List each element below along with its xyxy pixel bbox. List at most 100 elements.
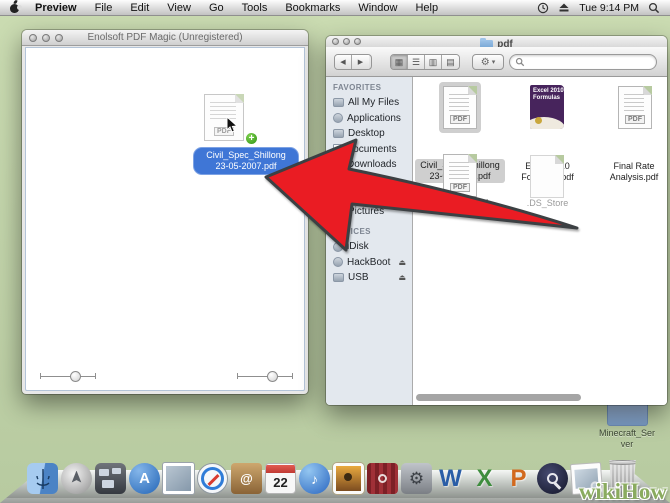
pdf-badge: PDF: [450, 183, 470, 192]
file-excel-formulas-pdf[interactable]: Excel 2010 Formulas: [530, 85, 564, 128]
finder-sidebar: FAVORITES All My Files Applications Desk…: [326, 77, 413, 405]
eject-icon[interactable]: ⏏: [398, 258, 406, 267]
usb-icon: [333, 273, 344, 282]
left-zoom-slider[interactable]: [40, 370, 96, 382]
dock-calendar-icon[interactable]: 22: [265, 463, 296, 494]
file-label[interactable]: Final RateAnalysis.pdf: [600, 161, 667, 183]
sidebar-item-hackboot[interactable]: HackBoot⏏: [333, 255, 412, 271]
search-icon: [515, 57, 525, 67]
pdf-app-drop-area[interactable]: PDF + Civil_Spec_Shillong 23-05-2007.pdf: [25, 47, 305, 391]
chevron-down-icon: ▾: [492, 58, 496, 66]
file-ds-store[interactable]: [530, 155, 564, 198]
right-slider-knob[interactable]: [267, 371, 278, 382]
sidebar-item-all-my-files[interactable]: All My Files: [333, 95, 412, 111]
dragged-file-label: Civil_Spec_Shillong 23-05-2007.pdf: [193, 147, 299, 175]
pdf-app-titlebar[interactable]: Enolsoft PDF Magic (Unregistered): [22, 30, 308, 46]
back-button[interactable]: ◀: [335, 55, 352, 69]
sidebar-item-applications[interactable]: Applications: [333, 111, 412, 127]
favorites-header: FAVORITES: [333, 83, 412, 92]
dock-iphoto-icon[interactable]: [333, 463, 364, 494]
dock-system-preferences-icon[interactable]: ⚙: [401, 463, 432, 494]
menu-tools[interactable]: Tools: [233, 0, 277, 16]
pdf-app-window: Enolsoft PDF Magic (Unregistered) PDF + …: [22, 30, 308, 394]
sidebar-item-usb[interactable]: USB⏏: [333, 270, 412, 286]
file-label[interactable]: Volume-III.pdf: [420, 198, 500, 209]
sidebar-item-movies[interactable]: Movies: [333, 173, 412, 189]
devices-header: DEVICES: [333, 227, 412, 236]
view-switcher: ▦ ☰ ▥ ▤: [390, 54, 460, 70]
sidebar-item-music[interactable]: ♪Music: [333, 188, 412, 204]
dock-app-store-icon[interactable]: A: [129, 463, 160, 494]
spotlight-icon[interactable]: [648, 2, 660, 14]
icon-view-button[interactable]: ▦: [391, 55, 408, 69]
documents-icon: [333, 144, 342, 155]
apple-menu-icon[interactable]: [10, 2, 21, 13]
downloads-icon: [333, 160, 343, 170]
dock-finder-icon[interactable]: [27, 463, 58, 494]
column-view-button[interactable]: ▥: [425, 55, 442, 69]
finder-toolbar: ◀ ▶ ▦ ☰ ▥ ▤ ⚙ ▾ ▦ ▾: [326, 47, 667, 77]
desktop-icon: [333, 129, 344, 138]
book-cover-title: Excel 2010 Formulas: [530, 85, 564, 102]
dock: A @ 22 ♪ ⚙ W X P: [0, 451, 670, 503]
gear-icon: ⚙: [481, 57, 490, 68]
right-zoom-slider[interactable]: [237, 370, 293, 382]
finder-titlebar[interactable]: pdf: [326, 36, 667, 47]
all-my-files-icon: [333, 98, 344, 107]
applications-icon: [333, 113, 343, 123]
action-gear-button[interactable]: ⚙ ▾: [472, 54, 504, 70]
menu-edit[interactable]: Edit: [121, 0, 158, 16]
dock-mail-icon[interactable]: [163, 463, 194, 494]
menu-bookmarks[interactable]: Bookmarks: [276, 0, 349, 16]
dock-powerpoint-icon[interactable]: P: [503, 463, 534, 494]
file-civil-spec-pdf[interactable]: PDF: [443, 86, 477, 129]
music-icon: ♪: [333, 191, 344, 200]
eject-menu-icon[interactable]: [558, 2, 570, 13]
dock-photo-booth-icon[interactable]: [367, 463, 398, 494]
wikihow-watermark: wikiHow: [579, 479, 667, 503]
idisk-icon: [333, 242, 343, 252]
dock-launchpad-icon[interactable]: [61, 463, 92, 494]
navigation-buttons: ◀ ▶: [334, 54, 372, 70]
dock-safari-icon[interactable]: [197, 463, 228, 494]
menu-preview[interactable]: Preview: [33, 0, 86, 16]
dock-excel-icon[interactable]: X: [469, 463, 500, 494]
finder-file-area[interactable]: PDF Civil_Spec_Shillong23-05-2007.pdf Ex…: [414, 77, 667, 405]
desktop: Preview File Edit View Go Tools Bookmark…: [0, 0, 670, 503]
dock-itunes-icon[interactable]: ♪: [299, 463, 330, 494]
sidebar-item-documents[interactable]: Documents: [333, 142, 412, 158]
eject-icon[interactable]: ⏏: [398, 273, 406, 282]
dock-screenshot-icon[interactable]: [537, 463, 568, 494]
menu-view[interactable]: View: [158, 0, 200, 16]
dock-mission-control-icon[interactable]: [95, 463, 126, 494]
time-machine-icon[interactable]: [537, 2, 549, 14]
sidebar-item-downloads[interactable]: Downloads: [333, 157, 412, 173]
sidebar-item-idisk[interactable]: iDisk: [333, 239, 412, 255]
menubar-clock[interactable]: Tue 9:14 PM: [579, 2, 639, 14]
search-field[interactable]: [509, 54, 657, 70]
search-input[interactable]: [525, 57, 640, 67]
pdf-app-title: Enolsoft PDF Magic (Unregistered): [22, 32, 308, 43]
list-view-button[interactable]: ☰: [408, 55, 425, 69]
dock-word-icon[interactable]: W: [435, 463, 466, 494]
menu-bar: Preview File Edit View Go Tools Bookmark…: [0, 0, 670, 16]
forward-button[interactable]: ▶: [352, 55, 369, 69]
hackboot-disk-icon: [333, 257, 343, 267]
file-volume-iii-pdf[interactable]: PDF: [443, 154, 477, 197]
menu-help[interactable]: Help: [406, 0, 447, 16]
file-label[interactable]: .DS_Store: [510, 198, 585, 209]
menu-window[interactable]: Window: [349, 0, 406, 16]
horizontal-scrollbar[interactable]: [416, 394, 581, 401]
dock-address-book-icon[interactable]: @: [231, 463, 262, 494]
sidebar-item-pictures[interactable]: Pictures: [333, 204, 412, 220]
movies-icon: [333, 176, 344, 185]
menu-file[interactable]: File: [86, 0, 122, 16]
pdf-badge: PDF: [450, 115, 470, 124]
pictures-icon: [333, 207, 344, 216]
menu-go[interactable]: Go: [200, 0, 233, 16]
sidebar-item-desktop[interactable]: Desktop: [333, 126, 412, 142]
left-slider-knob[interactable]: [70, 371, 81, 382]
copy-plus-badge: +: [245, 132, 258, 145]
file-final-rate-pdf[interactable]: PDF: [618, 86, 652, 129]
coverflow-view-button[interactable]: ▤: [442, 55, 459, 69]
